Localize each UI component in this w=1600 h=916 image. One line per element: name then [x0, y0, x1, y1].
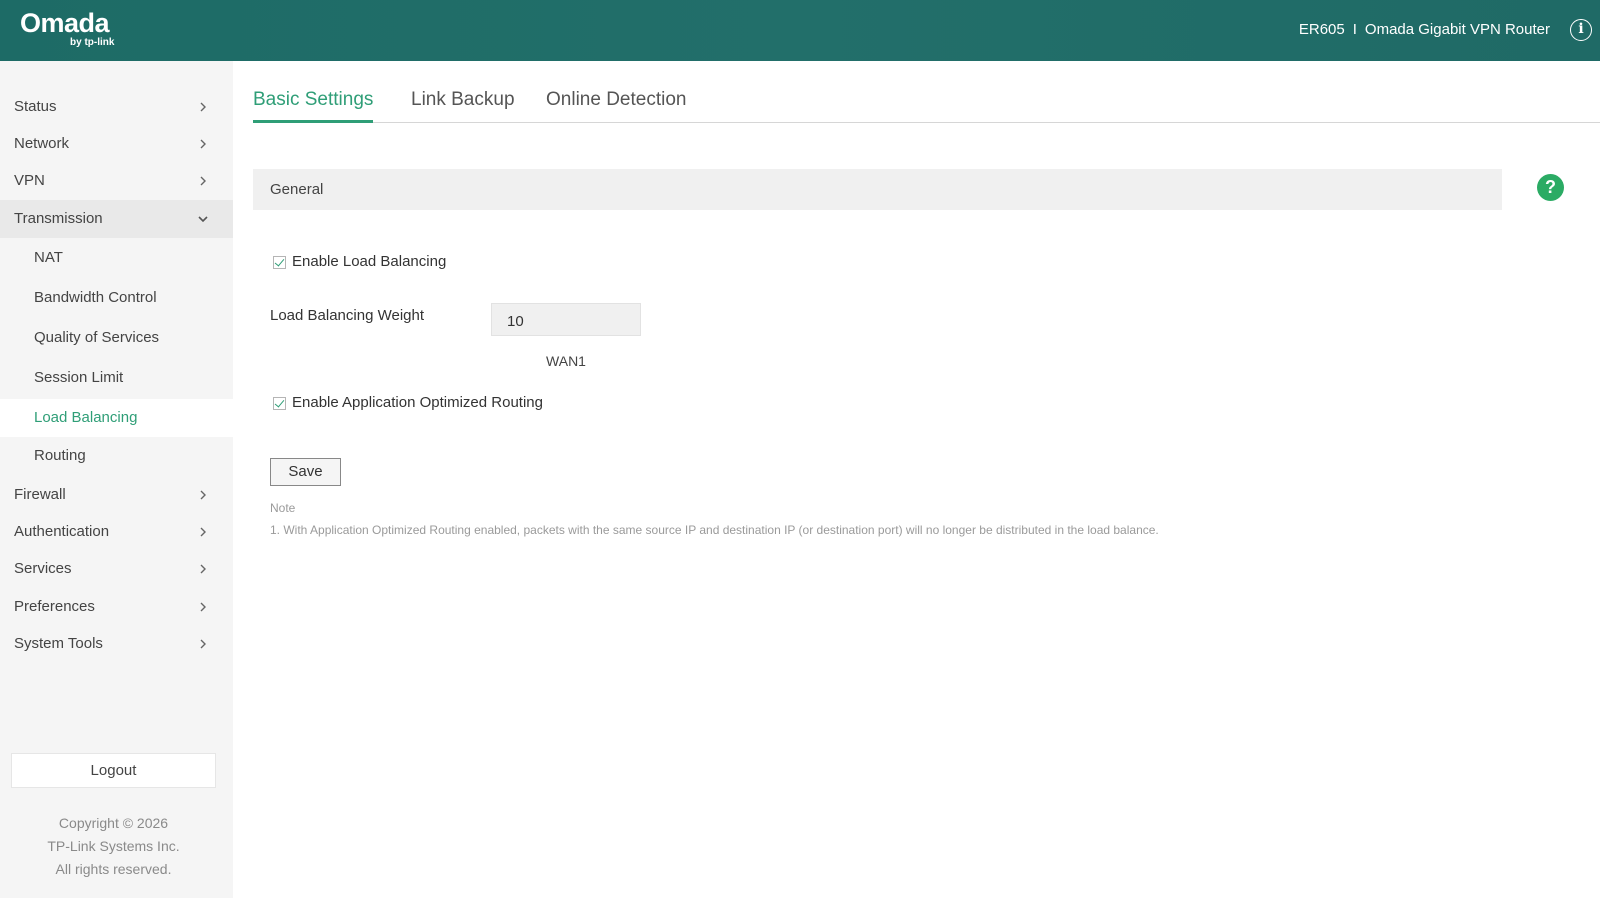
sidebar-item-label: Routing	[34, 447, 86, 464]
copyright-line: TP-Link Systems Inc.	[47, 838, 180, 854]
note-title: Note	[270, 501, 296, 515]
sidebar-subitem-bandwidth-control[interactable]: Bandwidth Control	[0, 279, 233, 317]
omada-logo: Omada by tp-link	[20, 8, 114, 48]
load-balancing-weight-input[interactable]: 10	[491, 303, 641, 336]
logout-button[interactable]: Logout	[11, 753, 216, 788]
sidebar-item-label: Transmission	[14, 210, 103, 227]
enable-load-balancing-checkbox[interactable]	[273, 256, 286, 269]
sidebar-item-status[interactable]: Status	[0, 88, 233, 126]
load-balancing-weight-label: Load Balancing Weight	[270, 307, 424, 324]
sidebar-item-label: Load Balancing	[34, 409, 138, 426]
sidebar-subitem-routing[interactable]: Routing	[0, 437, 233, 475]
sidebar-item-authentication[interactable]: Authentication	[0, 513, 233, 551]
device-product-name: Omada Gigabit VPN Router	[1364, 21, 1550, 38]
chevron-down-icon	[197, 213, 209, 225]
sidebar-item-label: Quality of Services	[34, 329, 160, 346]
save-button[interactable]: Save	[270, 458, 341, 486]
help-icon[interactable]: ?	[1537, 174, 1564, 201]
sidebar-item-label: VPN	[14, 172, 45, 189]
sidebar-item-label: Network	[14, 135, 70, 152]
sidebar-item-firewall[interactable]: Firewall	[0, 476, 233, 514]
sidebar-item-transmission[interactable]: Transmission	[0, 200, 233, 238]
sidebar-item-system-tools[interactable]: System Tools	[0, 625, 233, 663]
sidebar-item-label: Session Limit	[34, 369, 124, 386]
chevron-right-icon	[197, 526, 209, 538]
sidebar-item-preferences[interactable]: Preferences	[0, 588, 233, 626]
sidebar-subitem-load-balancing[interactable]: Load Balancing	[0, 399, 233, 437]
copyright-line: Copyright © 2026	[58, 815, 169, 831]
chevron-right-icon	[197, 563, 209, 575]
chevron-right-icon	[197, 138, 209, 150]
sidebar-item-vpn[interactable]: VPN	[0, 162, 233, 200]
copyright-line: All rights reserved.	[55, 861, 172, 877]
sidebar-item-label: Status	[14, 98, 57, 115]
tab-bar: Basic Settings Link Backup Online Detect…	[253, 89, 1600, 123]
chevron-right-icon	[197, 175, 209, 187]
sidebar-item-label: Preferences	[14, 598, 95, 615]
sidebar-subitem-quality-of-services[interactable]: Quality of Services	[0, 319, 233, 357]
section-title: General	[270, 181, 324, 198]
sidebar-item-services[interactable]: Services	[0, 550, 233, 588]
chevron-right-icon	[197, 489, 209, 501]
sidebar-item-label: Firewall	[14, 486, 66, 503]
sidebar-item-label: System Tools	[14, 635, 103, 652]
device-model: ER605	[1298, 21, 1345, 38]
logo-sub-text: by tp-link	[70, 37, 115, 48]
chevron-right-icon	[197, 638, 209, 650]
chevron-right-icon	[197, 101, 209, 113]
chevron-right-icon	[197, 601, 209, 613]
device-info: ER605 I Omada Gigabit VPN Router	[1299, 21, 1550, 38]
sidebar-item-label: Bandwidth Control	[34, 289, 157, 306]
sidebar-subitem-session-limit[interactable]: Session Limit	[0, 359, 233, 397]
sidebar-item-label: NAT	[34, 249, 63, 266]
enable-app-optimized-routing-label: Enable Application Optimized Routing	[292, 394, 543, 411]
sidebar-subitem-nat[interactable]: NAT	[0, 239, 233, 277]
enable-load-balancing-label: Enable Load Balancing	[292, 253, 447, 270]
sidebar-item-label: Services	[14, 560, 72, 577]
wan1-label: WAN1	[546, 353, 586, 369]
sidebar: Status Network VPN Transmission NAT Band…	[0, 61, 233, 898]
tab-online-detection[interactable]: Online Detection	[546, 89, 686, 123]
sidebar-item-network[interactable]: Network	[0, 125, 233, 163]
sidebar-item-label: Authentication	[14, 523, 110, 540]
copyright-text: Copyright © 2026 TP-Link Systems Inc. Al…	[0, 812, 227, 881]
tab-link-backup[interactable]: Link Backup	[411, 89, 515, 123]
header-separator: I	[1352, 21, 1357, 38]
note-text: 1. With Application Optimized Routing en…	[270, 523, 1159, 537]
info-icon[interactable]: i	[1570, 19, 1592, 41]
tab-basic-settings[interactable]: Basic Settings	[253, 89, 374, 123]
enable-app-optimized-routing-checkbox[interactable]	[273, 397, 286, 410]
section-header-general: General	[253, 169, 1502, 210]
top-header-bar: Omada by tp-link ER605 I Omada Gigabit VPN…	[0, 0, 1600, 61]
logo-main-text: Omada	[20, 8, 110, 38]
